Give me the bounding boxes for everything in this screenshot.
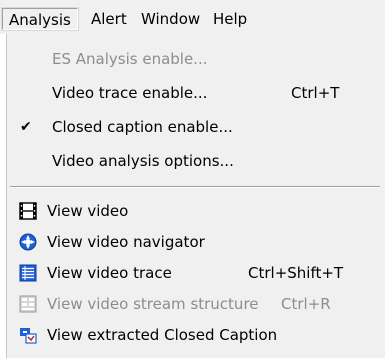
- menu-item-view-extracted-closed-caption[interactable]: View extracted Closed Caption: [7, 320, 380, 350]
- closed-caption-icon: [19, 326, 37, 344]
- menu-item-label: Video analysis options...: [52, 152, 234, 170]
- menu-item-shortcut: Ctrl+T: [291, 84, 340, 102]
- menu-item-video-analysis-options[interactable]: Video analysis options...: [7, 146, 380, 176]
- checkmark-icon: ✔: [20, 119, 32, 135]
- navigator-icon: [19, 233, 37, 251]
- film-strip-icon: [19, 202, 37, 220]
- menu-item-label: View video stream structure: [47, 295, 259, 313]
- menu-item-view-video-navigator[interactable]: View video navigator: [7, 227, 380, 257]
- menu-item-view-video-trace[interactable]: View video trace Ctrl+Shift+T: [7, 258, 380, 288]
- menu-window[interactable]: Window: [135, 8, 206, 30]
- menu-item-es-analysis-enable[interactable]: ES Analysis enable...: [7, 44, 380, 74]
- menu-item-shortcut: Ctrl+R: [281, 295, 331, 313]
- menu-separator: [10, 186, 380, 188]
- stream-structure-icon: [19, 295, 37, 313]
- menu-item-label: View video navigator: [47, 233, 205, 251]
- menu-item-label: Closed caption enable...: [52, 118, 233, 136]
- menu-item-label: View video trace: [47, 264, 172, 282]
- menu-item-label: View extracted Closed Caption: [47, 326, 278, 344]
- menu-item-video-trace-enable[interactable]: Video trace enable... Ctrl+T: [7, 78, 380, 108]
- menu-item-label: Video trace enable...: [52, 84, 208, 102]
- menu-item-shortcut: Ctrl+Shift+T: [248, 264, 344, 282]
- menu-item-label: View video: [47, 202, 129, 220]
- menu-item-closed-caption-enable[interactable]: ✔ Closed caption enable...: [7, 112, 380, 142]
- menu-item-view-video[interactable]: View video: [7, 196, 380, 226]
- trace-list-icon: [19, 264, 37, 282]
- menu-item-label: ES Analysis enable...: [52, 50, 208, 68]
- menu-item-view-video-stream-structure[interactable]: View video stream structure Ctrl+R: [7, 289, 380, 319]
- menu-alert[interactable]: Alert: [85, 8, 133, 30]
- menu-analysis[interactable]: Analysis: [1, 7, 79, 31]
- menu-bar: Analysis Alert Window Help: [0, 0, 385, 34]
- analysis-dropdown-menu: ES Analysis enable... Video trace enable…: [6, 34, 385, 358]
- menu-help[interactable]: Help: [207, 8, 253, 30]
